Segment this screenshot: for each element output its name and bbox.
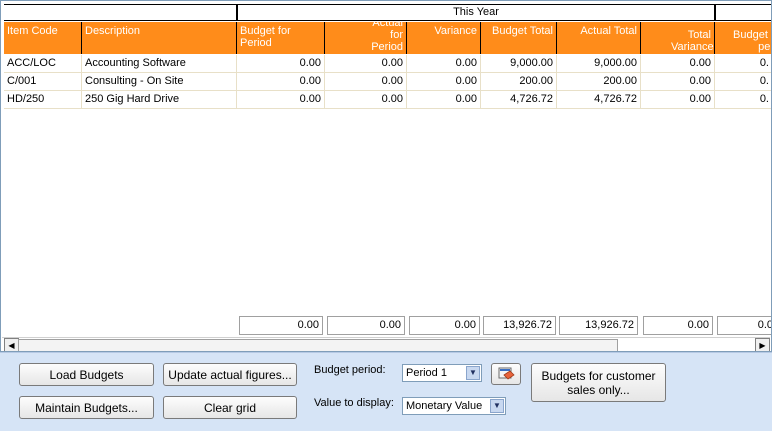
scroll-thumb[interactable] [18, 339, 618, 351]
total-actual-period: 0.00 [327, 316, 405, 335]
total-total-variance: 0.00 [643, 316, 713, 335]
value-to-display-value: Monetary Value [406, 400, 483, 412]
total-next-budget: 0.0 [717, 316, 771, 335]
cell-budget-period[interactable]: 0.00 [237, 55, 325, 73]
col-header-total-variance-label: Total Variance [671, 29, 714, 53]
col-header-actual-period[interactable]: Actual for Period [325, 22, 407, 54]
cell-actual-period[interactable]: 0.00 [325, 73, 407, 91]
cell-total-variance[interactable]: 0.00 [641, 91, 715, 109]
cell-item-code[interactable]: HD/250 [4, 91, 82, 109]
totals-row: 0.00 0.00 0.00 13,926.72 13,926.72 0.00 … [4, 316, 771, 336]
cell-actual-total[interactable]: 200.00 [557, 73, 641, 91]
col-header-item-code[interactable]: Item Code [4, 22, 82, 54]
col-header-next-budget[interactable]: Budget f per [715, 22, 771, 54]
col-header-variance[interactable]: Variance [407, 22, 481, 54]
horizontal-scrollbar[interactable]: ◀ ▶ [2, 337, 770, 351]
cell-actual-total[interactable]: 9,000.00 [557, 55, 641, 73]
table-row[interactable]: HD/250 250 Gig Hard Drive 0.00 0.00 0.00… [4, 91, 771, 109]
cell-variance[interactable]: 0.00 [407, 91, 481, 109]
column-header-row: Item Code Description Budget for Period … [4, 22, 771, 54]
cell-item-code[interactable]: C/001 [4, 73, 82, 91]
update-actual-figures-button[interactable]: Update actual figures... [163, 363, 297, 386]
group-header-empty [4, 4, 237, 21]
col-header-budget-period[interactable]: Budget for Period [237, 22, 325, 54]
eraser-icon [498, 367, 515, 380]
total-actual-total: 13,926.72 [559, 316, 638, 335]
scroll-left-arrow-icon[interactable]: ◀ [4, 338, 19, 351]
total-budget-period: 0.00 [239, 316, 323, 335]
cell-item-code[interactable]: ACC/LOC [4, 55, 82, 73]
cell-next-budget[interactable]: 0. [715, 91, 771, 109]
cell-next-budget[interactable]: 0. [715, 55, 771, 73]
cell-budget-period[interactable]: 0.00 [237, 91, 325, 109]
chevron-down-icon[interactable]: ▼ [490, 399, 504, 413]
budget-period-select[interactable]: Period 1 ▼ [402, 364, 482, 382]
budgets-customer-sales-line1: Budgets for customer [541, 368, 656, 383]
cell-next-budget[interactable]: 0. [715, 73, 771, 91]
budgets-customer-sales-line2: sales only... [567, 382, 630, 397]
cell-variance[interactable]: 0.00 [407, 55, 481, 73]
cell-budget-period[interactable]: 0.00 [237, 73, 325, 91]
col-header-actual-total[interactable]: Actual Total [557, 22, 641, 54]
cell-total-variance[interactable]: 0.00 [641, 73, 715, 91]
value-to-display-select[interactable]: Monetary Value ▼ [402, 397, 506, 415]
maintain-budgets-button[interactable]: Maintain Budgets... [19, 396, 154, 419]
scroll-right-arrow-icon[interactable]: ▶ [755, 338, 770, 351]
total-variance-period: 0.00 [409, 316, 480, 335]
group-header-next [715, 4, 771, 21]
budget-period-value: Period 1 [406, 367, 447, 379]
chevron-down-icon[interactable]: ▼ [466, 366, 480, 380]
budget-grid[interactable]: This Year Item Code Description Budget f… [0, 0, 772, 352]
col-header-total-variance[interactable]: Total Variance [641, 22, 715, 54]
col-header-next-budget-label: Budget f per [733, 29, 771, 53]
grid-rows: ACC/LOC Accounting Software 0.00 0.00 0.… [4, 55, 771, 109]
cell-budget-total[interactable]: 4,726.72 [481, 91, 557, 109]
clear-grid-button[interactable]: Clear grid [163, 396, 297, 419]
cell-actual-period[interactable]: 0.00 [325, 55, 407, 73]
cell-description[interactable]: Consulting - On Site [82, 73, 237, 91]
cell-budget-total[interactable]: 9,000.00 [481, 55, 557, 73]
control-panel: Load Budgets Maintain Budgets... Update … [0, 352, 772, 431]
load-budgets-button[interactable]: Load Budgets [19, 363, 154, 386]
table-row[interactable]: ACC/LOC Accounting Software 0.00 0.00 0.… [4, 55, 771, 73]
cell-actual-total[interactable]: 4,726.72 [557, 91, 641, 109]
cell-description[interactable]: Accounting Software [82, 55, 237, 73]
col-header-budget-total[interactable]: Budget Total [481, 22, 557, 54]
budgets-customer-sales-button[interactable]: Budgets for customer sales only... [531, 363, 666, 402]
col-header-description[interactable]: Description [82, 22, 237, 54]
group-header-this-year: This Year [237, 4, 715, 21]
budget-period-tool-button[interactable] [491, 363, 521, 385]
cell-description[interactable]: 250 Gig Hard Drive [82, 91, 237, 109]
cell-budget-total[interactable]: 200.00 [481, 73, 557, 91]
col-header-actual-period-label: Actual for Period [371, 22, 403, 53]
cell-variance[interactable]: 0.00 [407, 73, 481, 91]
group-header-row: This Year [4, 4, 771, 21]
total-budget-total: 13,926.72 [483, 316, 556, 335]
value-to-display-label: Value to display: [314, 397, 394, 409]
budget-period-label: Budget period: [314, 364, 386, 376]
cell-actual-period[interactable]: 0.00 [325, 91, 407, 109]
table-row[interactable]: C/001 Consulting - On Site 0.00 0.00 0.0… [4, 73, 771, 91]
cell-total-variance[interactable]: 0.00 [641, 55, 715, 73]
